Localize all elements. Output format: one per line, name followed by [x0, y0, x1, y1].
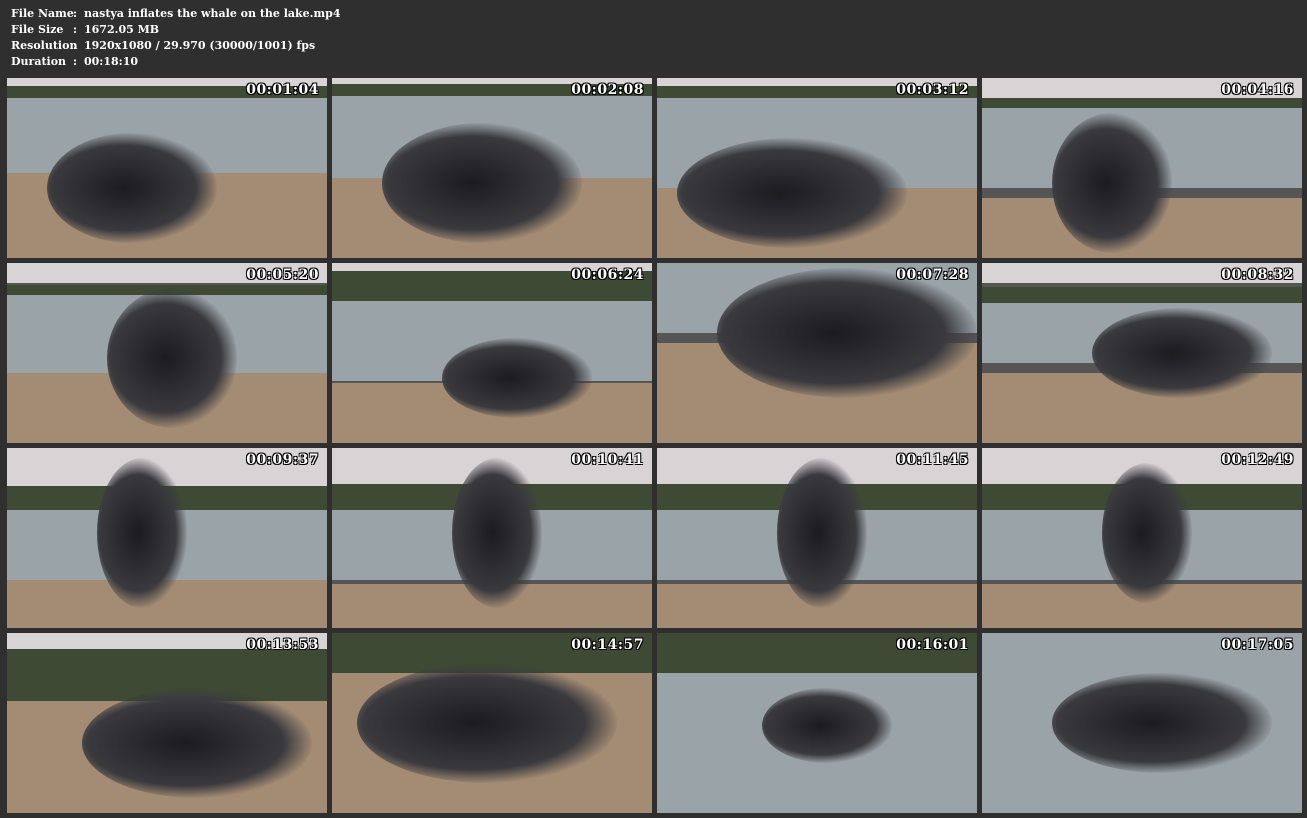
- video-thumbnail: 00:11:45: [657, 448, 977, 628]
- inflatable-whale-figure: [1052, 113, 1172, 253]
- video-thumbnail: 00:09:37: [7, 448, 327, 628]
- thumbnail-timestamp: 00:03:12: [896, 82, 969, 98]
- inflatable-whale-figure: [717, 268, 977, 398]
- inflatable-whale-figure: [1092, 308, 1272, 398]
- thumbnail-timestamp: 00:05:20: [246, 267, 319, 283]
- thumbnail-timestamp: 00:12:49: [1221, 452, 1294, 468]
- video-thumbnail: 00:05:20: [7, 263, 327, 443]
- thumbnail-timestamp: 00:09:37: [246, 452, 319, 468]
- thumbnail-timestamp: 00:07:28: [896, 267, 969, 283]
- video-thumbnail: 00:06:24: [332, 263, 652, 443]
- video-thumbnail: 00:08:32: [982, 263, 1302, 443]
- info-row-resolution: Resolution : 1920x1080 / 29.970 (30000/1…: [11, 38, 340, 54]
- video-thumbnail: 00:01:04: [7, 78, 327, 258]
- info-separator: :: [73, 55, 78, 68]
- video-thumbnail: 00:13:53: [7, 633, 327, 813]
- thumbnail-timestamp: 00:16:01: [896, 637, 969, 653]
- thumbnail-timestamp: 00:13:53: [246, 637, 319, 653]
- video-thumbnail: 00:17:05: [982, 633, 1302, 813]
- info-key: Duration: [11, 55, 67, 68]
- info-value: 00:18:10: [84, 55, 139, 68]
- thumbnail-grid: 00:01:04 00:02:08 00:03:12 00:04:16 00:05:20…: [7, 78, 1302, 813]
- inflatable-whale-figure: [777, 458, 867, 608]
- info-key: File Size: [11, 23, 64, 36]
- info-separator: :: [73, 7, 78, 20]
- inflatable-whale-figure: [677, 138, 907, 248]
- thumbnail-timestamp: 00:10:41: [571, 452, 644, 468]
- info-value: 1920x1080 / 29.970 (30000/1001) fps: [84, 39, 316, 52]
- video-thumbnail: 00:12:49: [982, 448, 1302, 628]
- inflatable-whale-figure: [47, 133, 217, 243]
- thumbnail-timestamp: 00:14:57: [571, 637, 644, 653]
- thumbnail-timestamp: 00:08:32: [1221, 267, 1294, 283]
- info-value: nastya inflates the whale on the lake.mp…: [84, 7, 341, 20]
- info-row-filesize: File Size : 1672.05 MB: [11, 22, 340, 38]
- info-separator: :: [73, 23, 78, 36]
- video-thumbnail: 00:14:57: [332, 633, 652, 813]
- inflatable-whale-figure: [442, 338, 592, 418]
- info-key: Resolution: [11, 39, 78, 52]
- inflatable-whale-figure: [382, 123, 582, 243]
- thumbnail-timestamp: 00:04:16: [1221, 82, 1294, 98]
- info-separator: :: [73, 39, 78, 52]
- inflatable-whale-figure: [762, 688, 892, 763]
- info-row-filename: File Name : nastya inflates the whale on…: [11, 6, 340, 22]
- video-thumbnail: 00:10:41: [332, 448, 652, 628]
- video-thumbnail: 00:04:16: [982, 78, 1302, 258]
- video-thumbnail: 00:02:08: [332, 78, 652, 258]
- thumbnail-timestamp: 00:06:24: [571, 267, 644, 283]
- video-thumbnail: 00:03:12: [657, 78, 977, 258]
- video-thumbnail: 00:07:28: [657, 263, 977, 443]
- inflatable-whale-figure: [107, 288, 237, 428]
- inflatable-whale-figure: [1102, 463, 1192, 603]
- thumbnail-timestamp: 00:17:05: [1221, 637, 1294, 653]
- info-row-duration: Duration : 00:18:10: [11, 54, 340, 70]
- thumbnail-timestamp: 00:01:04: [246, 82, 319, 98]
- thumbnail-timestamp: 00:02:08: [571, 82, 644, 98]
- thumbnail-timestamp: 00:11:45: [896, 452, 969, 468]
- inflatable-whale-figure: [1052, 673, 1272, 773]
- info-value: 1672.05 MB: [84, 23, 160, 36]
- inflatable-whale-figure: [452, 458, 542, 608]
- inflatable-whale-figure: [82, 688, 312, 798]
- video-thumbnail: 00:16:01: [657, 633, 977, 813]
- inflatable-whale-figure: [357, 663, 617, 783]
- info-key: File Name: [11, 7, 74, 20]
- inflatable-whale-figure: [97, 458, 187, 608]
- file-info-panel: File Name : nastya inflates the whale on…: [11, 6, 340, 70]
